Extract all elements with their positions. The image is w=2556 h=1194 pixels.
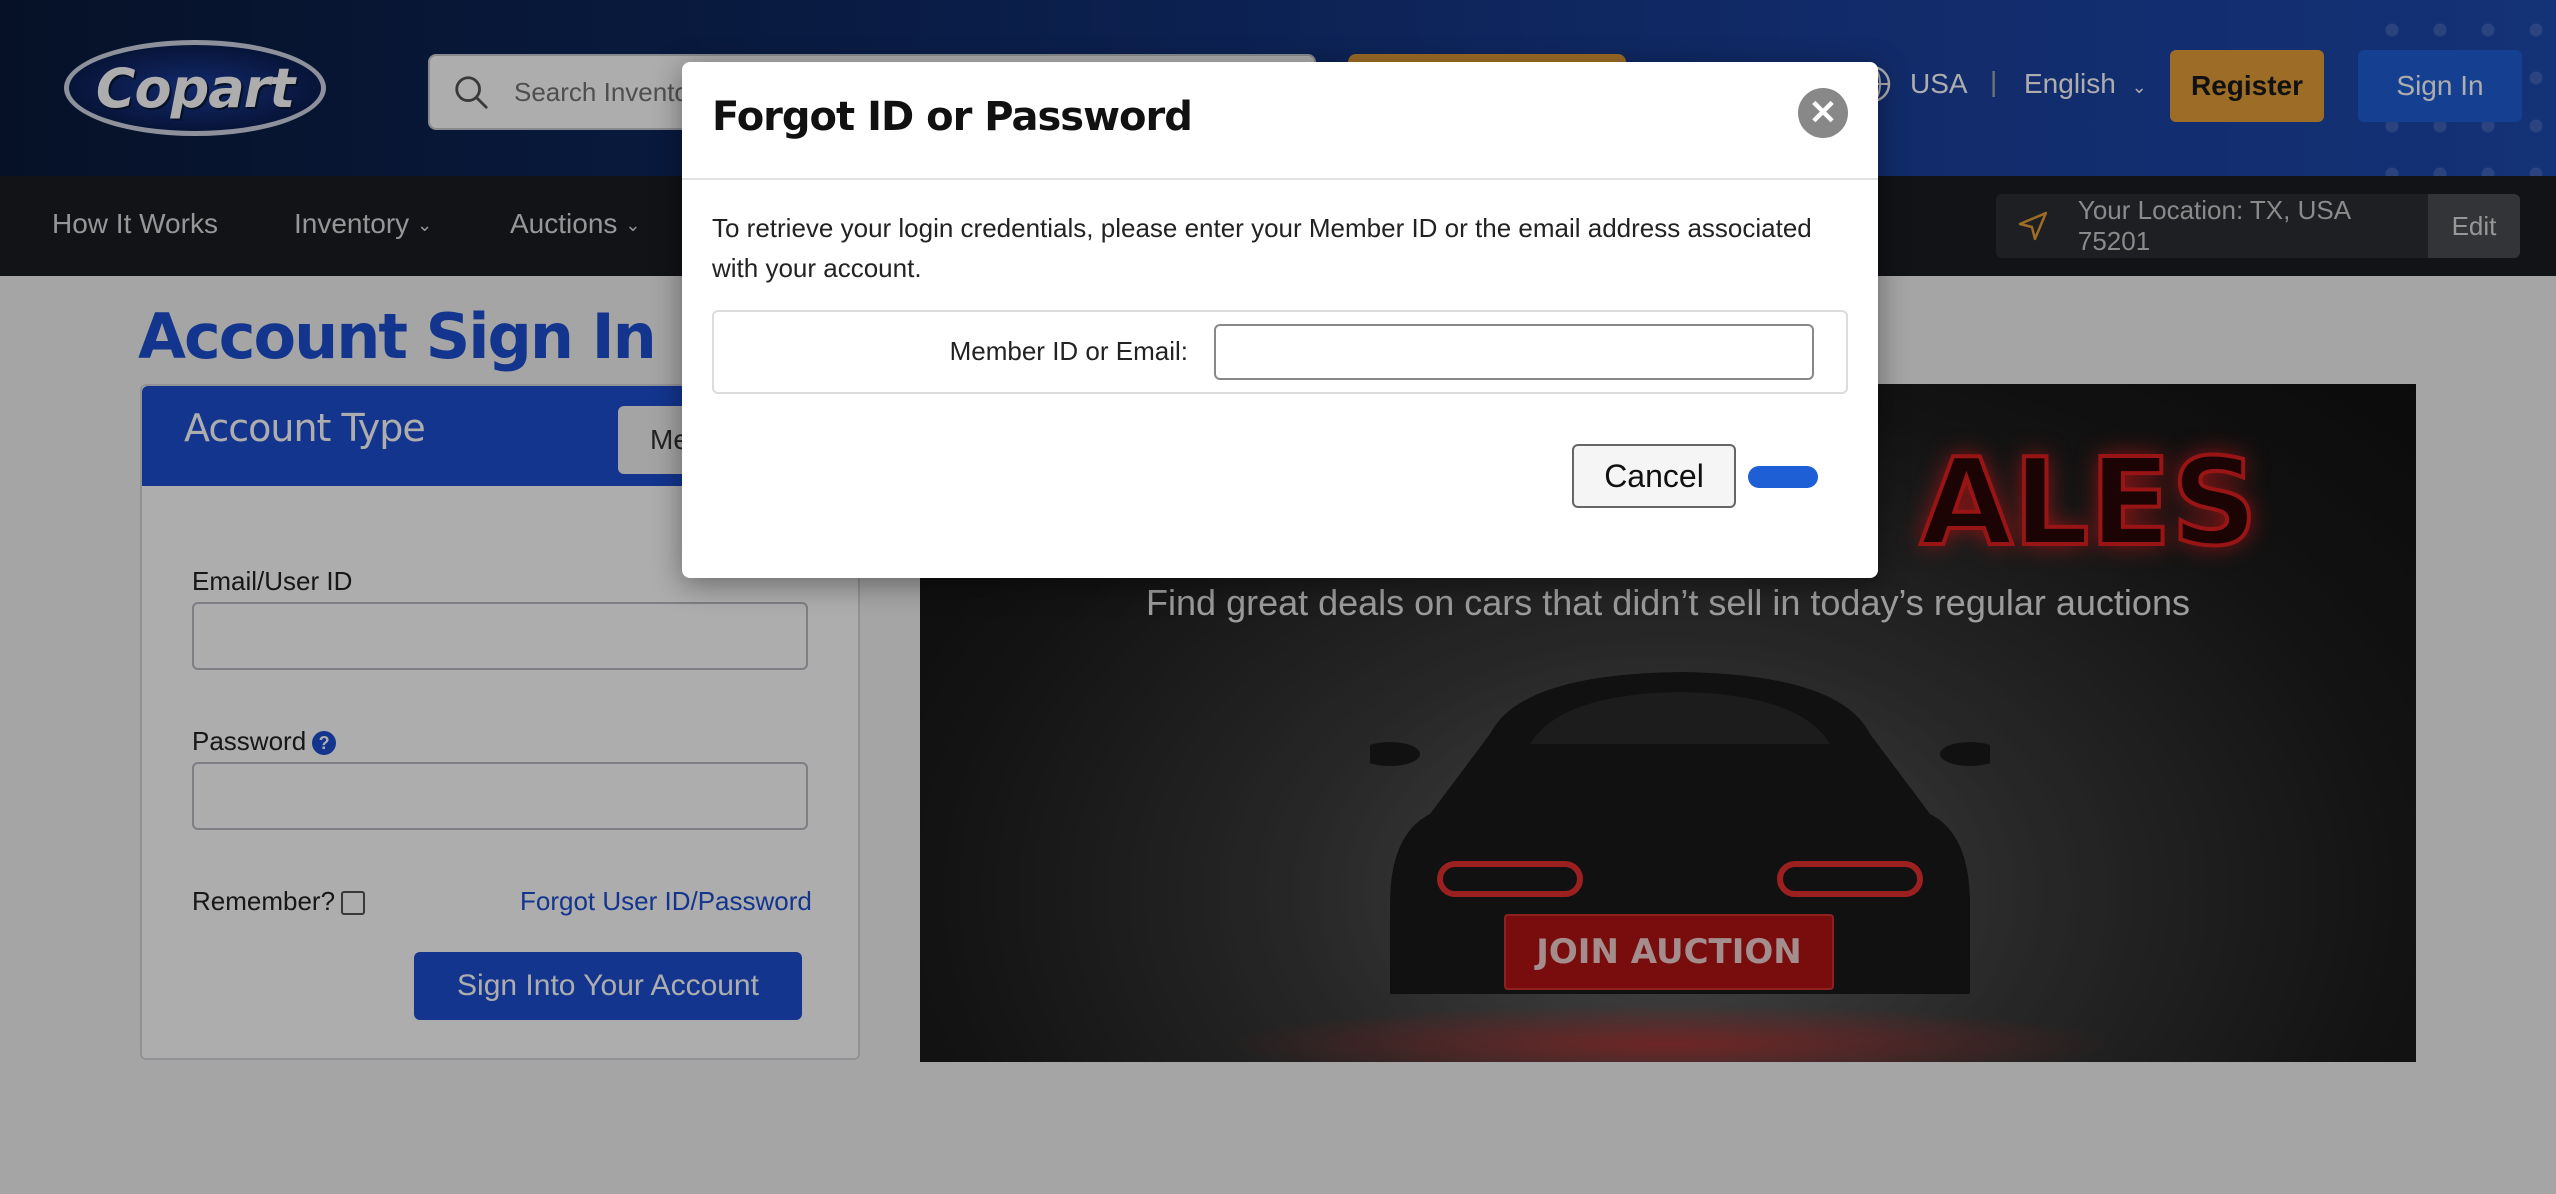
cancel-button[interactable]: Cancel bbox=[1572, 444, 1736, 508]
submit-button[interactable] bbox=[1748, 466, 1818, 488]
close-icon[interactable]: ✕ bbox=[1798, 88, 1848, 138]
member-id-label: Member ID or Email: bbox=[949, 336, 1188, 366]
forgot-password-dialog: Forgot ID or Password ✕ To retrieve your… bbox=[682, 62, 1878, 578]
member-id-email-field[interactable] bbox=[1214, 324, 1814, 380]
dialog-divider bbox=[682, 178, 1878, 180]
member-id-form: Member ID or Email: bbox=[712, 310, 1848, 394]
dialog-title: Forgot ID or Password bbox=[712, 94, 1193, 140]
dialog-description: To retrieve your login credentials, plea… bbox=[712, 213, 1812, 283]
